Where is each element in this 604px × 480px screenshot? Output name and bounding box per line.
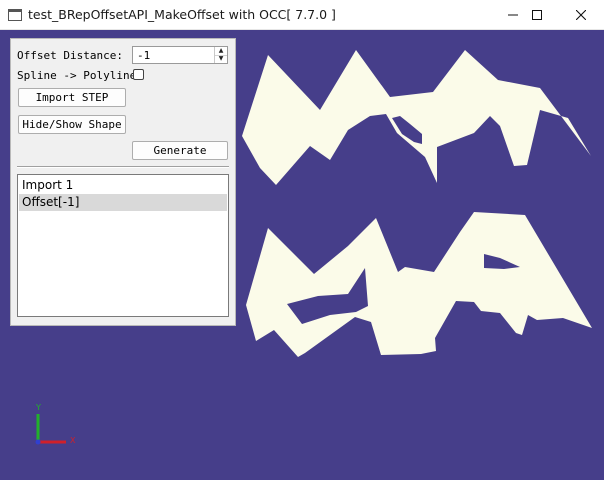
close-button[interactable] [558, 0, 604, 30]
import-step-button[interactable]: Import STEP [18, 88, 126, 107]
window-title: test_BRepOffsetAPI_MakeOffset with OCC[ … [28, 7, 336, 22]
hide-show-shape-button[interactable]: Hide/Show Shape [18, 115, 126, 134]
offset-distance-spinbox[interactable]: -1 ▲ ▼ [132, 46, 228, 64]
spin-buttons: ▲ ▼ [214, 47, 227, 63]
axis-trihedron: X Y [35, 403, 76, 445]
list-item[interactable]: Import 1 [19, 177, 227, 194]
generate-button[interactable]: Generate [132, 141, 228, 160]
offset-distance-value[interactable]: -1 [137, 49, 150, 62]
separator [17, 166, 229, 168]
app-window-icon [8, 9, 22, 21]
imported-shape [242, 50, 591, 185]
offset-shape [246, 212, 592, 357]
control-panel: Offset Distance: -1 ▲ ▼ Spline -> Polyli… [10, 38, 236, 326]
close-icon [576, 10, 586, 20]
list-item-selected[interactable]: Offset[-1] [19, 194, 227, 211]
maximize-icon [532, 10, 542, 20]
axis-y-label: Y [35, 403, 41, 412]
spline-polyline-label: Spline -> Polyline [17, 69, 137, 82]
spline-polyline-checkbox[interactable] [133, 69, 144, 80]
shape-list[interactable]: Import 1 Offset[-1] [17, 174, 229, 317]
axis-x-label: X [70, 436, 76, 445]
offset-distance-label: Offset Distance: [17, 49, 123, 62]
spin-down-icon[interactable]: ▼ [215, 55, 227, 63]
maximize-button[interactable] [514, 0, 560, 30]
title-bar: test_BRepOffsetAPI_MakeOffset with OCC[ … [0, 0, 604, 30]
